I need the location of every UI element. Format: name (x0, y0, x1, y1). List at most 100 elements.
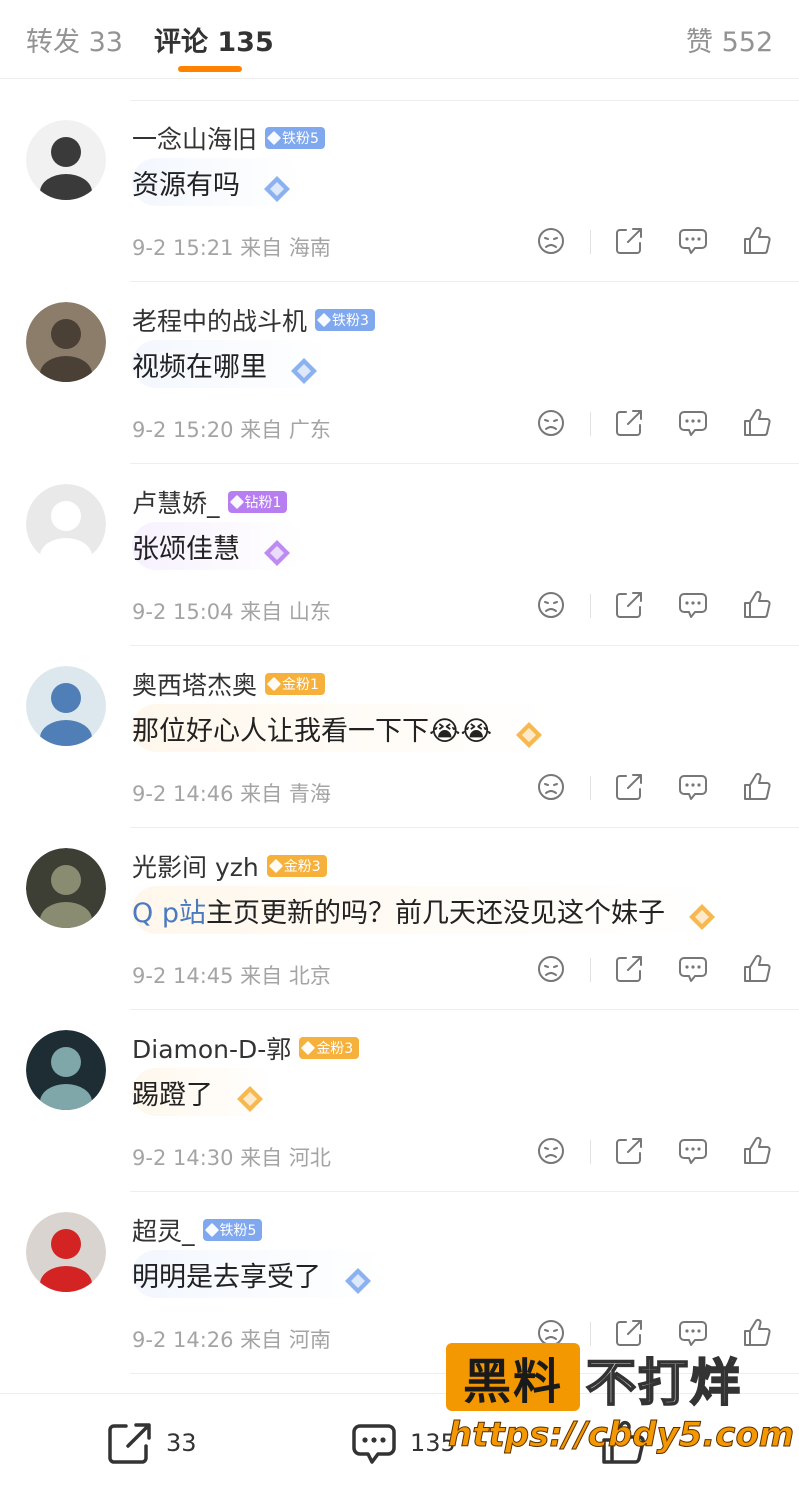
comment-text: Q p站主页更新的吗？前几天还没见这个妹子 (132, 891, 665, 930)
thumbs-up-icon[interactable] (738, 586, 776, 624)
fan-medal-icon (289, 356, 319, 386)
comment-text: 张颂佳慧 (132, 527, 240, 566)
share-icon[interactable] (610, 768, 648, 806)
comment-actions (530, 400, 790, 446)
comment-actions (530, 1128, 790, 1174)
username[interactable]: 卢慧娇_ (132, 484, 220, 520)
thumbs-up-icon[interactable] (738, 222, 776, 260)
action-separator (590, 958, 591, 982)
active-tab-indicator (178, 66, 242, 72)
fan-badge[interactable]: 铁粉3 (315, 309, 375, 331)
comment-icon[interactable] (674, 222, 712, 260)
fan-badge-label: 金粉3 (316, 1041, 354, 1057)
thumbs-up-icon[interactable] (738, 950, 776, 988)
dislike-icon[interactable] (532, 404, 570, 442)
share-icon[interactable] (610, 222, 648, 260)
comment-meta: 9-2 15:21 来自 海南 (132, 236, 331, 260)
avatar[interactable] (26, 1030, 106, 1110)
tab-likes[interactable]: 赞 552 (686, 20, 773, 59)
dislike-icon[interactable] (532, 1132, 570, 1170)
share-icon[interactable] (610, 1132, 648, 1170)
action-separator (590, 1140, 591, 1164)
fan-badge[interactable]: 铁粉5 (265, 127, 325, 149)
fan-badge[interactable]: 金粉3 (299, 1037, 360, 1059)
dislike-icon[interactable] (532, 586, 570, 624)
comment-icon[interactable] (674, 1132, 712, 1170)
tab-reposts[interactable]: 转发 33 (26, 20, 123, 59)
diamond-icon (301, 1040, 316, 1056)
comment-bubble: 明明是去享受了 (132, 1250, 385, 1298)
username[interactable]: 超灵_ (132, 1212, 195, 1248)
name-row: Diamon-D-郭 金粉3 (132, 1030, 360, 1066)
comment-actions (530, 582, 790, 628)
fan-badge-label: 金粉3 (283, 859, 321, 875)
fan-medal-icon (343, 1266, 373, 1296)
thumbs-up-icon[interactable] (738, 404, 776, 442)
previous-comment-edge (130, 78, 799, 101)
share-icon[interactable] (610, 404, 648, 442)
share-icon[interactable] (610, 586, 648, 624)
fan-badge[interactable]: 钻粉1 (227, 491, 288, 513)
diamond-icon (316, 312, 332, 328)
comment-button[interactable]: 135 (350, 1420, 456, 1466)
crying-emoji: 😭😭 (429, 715, 493, 747)
fan-badge[interactable]: 铁粉5 (202, 1219, 263, 1241)
comment-bubble: 资源有吗 (132, 158, 304, 206)
username[interactable]: 奥西塔杰奥 (132, 666, 257, 702)
avatar[interactable] (26, 302, 106, 382)
comment-bubble: Q p站主页更新的吗？前几天还没见这个妹子 (132, 886, 729, 934)
avatar[interactable] (26, 666, 106, 746)
share-icon[interactable] (610, 950, 648, 988)
comment-icon[interactable] (674, 768, 712, 806)
comment-icon[interactable] (674, 586, 712, 624)
dislike-icon[interactable] (532, 950, 570, 988)
fan-medal-icon (262, 174, 292, 204)
comment-meta: 9-2 14:26 来自 河南 (132, 1328, 331, 1352)
avatar[interactable] (26, 120, 106, 200)
username[interactable]: 光影间 yzh (132, 848, 259, 884)
thumbs-up-icon[interactable] (738, 768, 776, 806)
avatar[interactable] (26, 484, 106, 564)
comment-meta: 9-2 14:46 来自 青海 (132, 782, 331, 806)
thumbs-up-icon[interactable] (738, 1132, 776, 1170)
tab-comments[interactable]: 评论 135 (154, 20, 274, 59)
fan-badge-label: 钻粉1 (244, 495, 282, 511)
name-row: 光影间 yzh 金粉3 (132, 848, 327, 884)
username[interactable]: Diamon-D-郭 (132, 1030, 291, 1066)
comment-bubble: 张颂佳慧 (132, 522, 304, 570)
fan-badge[interactable]: 金粉3 (266, 855, 327, 877)
comment-meta: 9-2 14:45 来自 北京 (132, 964, 331, 988)
comment-text: 明明是去享受了 (132, 1255, 321, 1294)
fan-badge[interactable]: 金粉1 (265, 673, 325, 695)
username[interactable]: 老程中的战斗机 (132, 302, 307, 338)
comment-bubble: 那位好心人让我看一下下😭😭 (132, 704, 557, 752)
comment-body: 张颂佳慧 (132, 533, 240, 565)
name-row: 老程中的战斗机 铁粉3 (132, 302, 375, 338)
avatar[interactable] (26, 848, 106, 928)
comment-body: 主页更新的吗？前几天还没见这个妹子 (205, 897, 665, 929)
fan-medal-icon (514, 720, 544, 750)
avatar[interactable] (26, 1212, 106, 1292)
repost-button[interactable]: 33 (106, 1420, 197, 1466)
comment-body: 踢蹬了 (132, 1079, 213, 1111)
comment-text: 踢蹬了 (132, 1073, 213, 1112)
topic-link[interactable]: Q p站 (132, 898, 206, 929)
comment-item: Diamon-D-郭 金粉3 踢蹬了 9-2 14:30 来自 河北 (0, 1010, 799, 1192)
diamond-icon (229, 494, 244, 510)
comment-icon[interactable] (674, 950, 712, 988)
comment-item: 一念山海旧 铁粉5 资源有吗 9-2 15:21 来自 海南 (0, 100, 799, 282)
action-separator (590, 412, 591, 436)
dislike-icon[interactable] (532, 768, 570, 806)
comment-meta: 9-2 15:20 来自 广东 (132, 418, 331, 442)
fan-medal-icon (687, 902, 717, 932)
comment-icon[interactable] (674, 404, 712, 442)
username[interactable]: 一念山海旧 (132, 120, 257, 156)
comment-text: 那位好心人让我看一下下😭😭 (132, 709, 492, 748)
comment-item: 奥西塔杰奥 金粉1 那位好心人让我看一下下😭😭 9-2 14:46 来自 青海 (0, 646, 799, 828)
name-row: 一念山海旧 铁粉5 (132, 120, 325, 156)
fan-badge-label: 铁粉3 (332, 313, 369, 329)
diamond-icon (268, 858, 283, 874)
comment-body: 资源有吗 (132, 169, 240, 201)
dislike-icon[interactable] (532, 222, 570, 260)
watermark-logo-box: 黑料 (446, 1343, 580, 1411)
